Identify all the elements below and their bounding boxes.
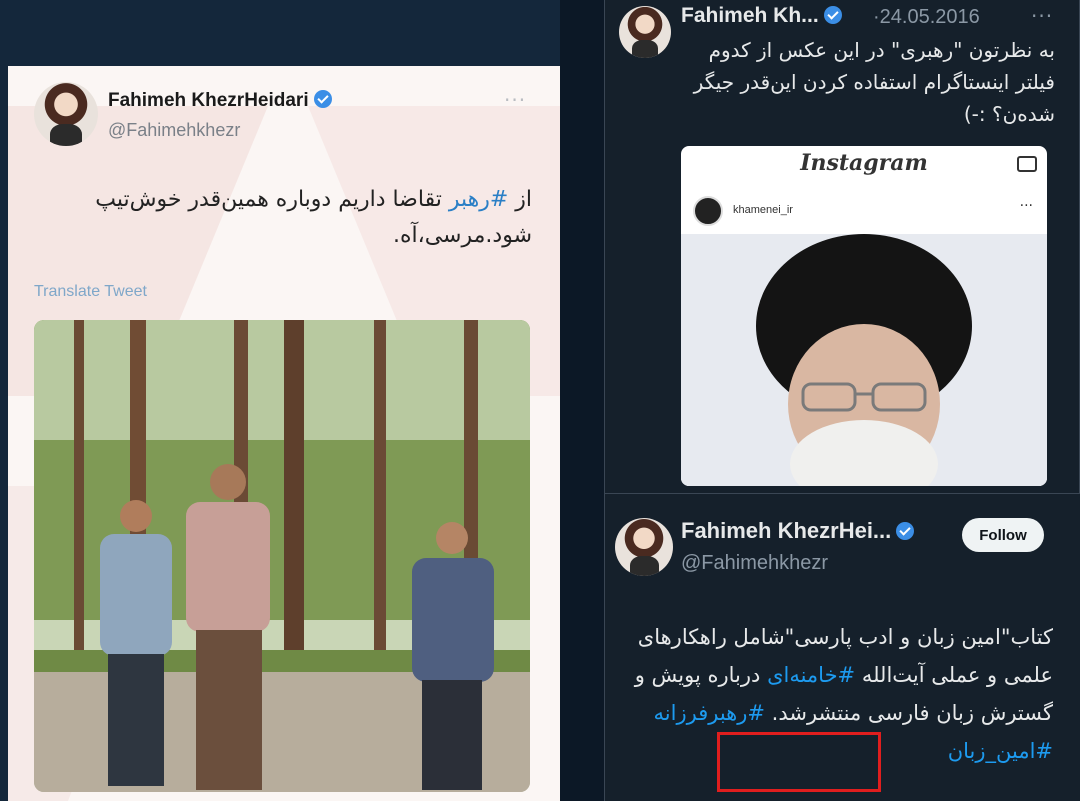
hashtag-link[interactable]: #خامنه‌ای <box>767 663 855 687</box>
hashtag-link[interactable]: #امین_زبان <box>948 739 1053 763</box>
bottom-right-tweet-card[interactable]: Fahimeh KhezrHei... @Fahimehkhezr Follow… <box>604 494 1080 801</box>
tweet-photo[interactable] <box>34 320 530 792</box>
inbox-icon[interactable] <box>1017 156 1037 172</box>
photo-illustration <box>34 320 530 792</box>
bottom-right-author-name[interactable]: Fahimeh KhezrHei... <box>681 518 915 544</box>
left-author-name[interactable]: Fahimeh KhezrHeidari <box>108 90 332 112</box>
left-author-handle[interactable]: @Fahimehkhezr <box>108 120 240 141</box>
instagram-user-avatar[interactable] <box>693 196 723 226</box>
top-right-author-name[interactable]: Fahimeh Kh... <box>681 4 842 28</box>
follow-button[interactable]: Follow <box>962 518 1044 552</box>
instagram-embed[interactable]: Instagram khamenei_ir ··· <box>681 146 1047 486</box>
hashtag-link[interactable]: #رهبر <box>449 187 508 212</box>
left-tweet-text: از #رهبر تقاضا داریم دوباره همین‌قدر خوش… <box>95 187 532 248</box>
left-tweet-card[interactable]: Fahimeh KhezrHeidari @Fahimehkhezr ··· ا… <box>8 66 560 801</box>
instagram-more-icon[interactable]: ··· <box>1020 198 1033 214</box>
verified-badge-icon <box>823 6 842 24</box>
left-more-icon[interactable]: ··· <box>504 88 526 112</box>
verified-badge-icon <box>896 522 915 540</box>
hashtag-link-highlighted[interactable]: #رهبرفرزانه <box>654 701 765 725</box>
top-right-more-icon[interactable]: ··· <box>1031 4 1053 28</box>
red-highlight-box <box>717 732 881 792</box>
left-avatar[interactable] <box>34 82 98 146</box>
background-divider <box>560 0 604 801</box>
instagram-username[interactable]: khamenei_ir <box>733 204 793 216</box>
verified-badge-icon <box>313 90 332 108</box>
top-right-avatar[interactable] <box>619 6 671 58</box>
left-author-name-text: Fahimeh KhezrHeidari <box>108 90 309 111</box>
instagram-photo[interactable] <box>681 234 1047 486</box>
bottom-right-author-handle[interactable]: @Fahimehkhezr <box>681 552 828 575</box>
tweet-date[interactable]: ·24.05.2016 <box>873 6 980 29</box>
top-right-tweet-card[interactable]: Fahimeh Kh... ·24.05.2016 ··· به نظرتون … <box>604 0 1080 494</box>
top-right-tweet-text: به نظرتون "رهبری" در این عکس از کدوم فیل… <box>693 38 1055 126</box>
bottom-right-avatar[interactable] <box>615 518 673 576</box>
translate-tweet-link[interactable]: Translate Tweet <box>34 283 147 301</box>
instagram-logo: Instagram <box>800 150 928 176</box>
instagram-photo-illustration <box>681 234 1047 486</box>
